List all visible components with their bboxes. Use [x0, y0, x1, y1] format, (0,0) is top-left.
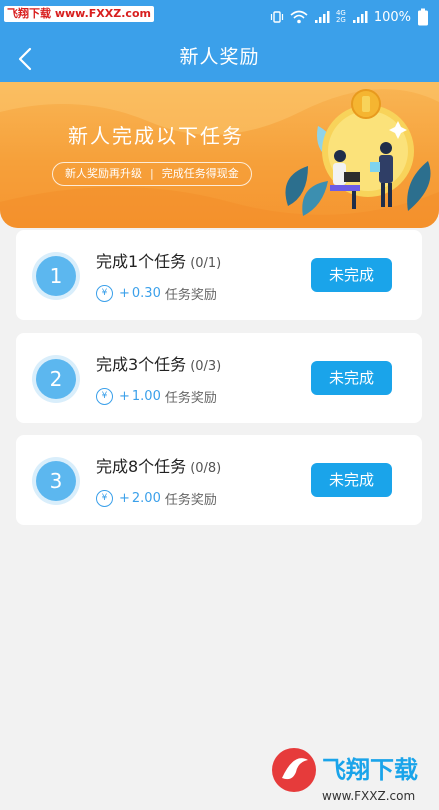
reward-label: 任务奖励	[164, 288, 217, 303]
page-title: 新人奖励	[179, 46, 260, 68]
task-number-badge: 1	[36, 256, 76, 296]
banner-tag-right: 完成任务得现金	[161, 167, 239, 180]
task-reward-line: ¥ + 0.30 任务奖励	[96, 284, 217, 303]
watermark-logo-text: 飞翔下载	[322, 756, 418, 784]
task-title-line: 完成8个任务 (0/8)	[96, 453, 221, 477]
reward-label: 任务奖励	[164, 493, 217, 508]
task-card-1: 1 完成1个任务 (0/1) ¥ + 0.30 任务奖励 未完成	[16, 230, 422, 320]
reward-amount: 0.30	[131, 286, 161, 301]
task-card-2: 2 完成3个任务 (0/3) ¥ + 1.00 任务奖励 未完成	[16, 333, 422, 423]
watermark-logo: 飞翔下载 www.FXXZ.com	[272, 748, 418, 803]
coin-icon: ¥	[96, 490, 113, 507]
coin-icon: ¥	[96, 388, 113, 405]
reward-amount: 2.00	[131, 491, 161, 506]
task-status-button[interactable]: 未完成	[311, 361, 392, 395]
task-status-button[interactable]: 未完成	[311, 463, 392, 497]
banner-title: 新人完成以下任务	[68, 124, 244, 148]
watermark-label: 飞翔下载 www.FXXZ.com	[4, 6, 154, 22]
piggy-bank-illustration	[285, 89, 431, 216]
network-bottom: 2G	[335, 16, 346, 24]
task-title: 完成8个任务	[96, 457, 187, 476]
reward-plus: +	[119, 389, 130, 404]
reward-plus: +	[119, 491, 130, 506]
app-bar: 新人奖励	[0, 34, 439, 82]
network-type: 4G 2G	[336, 10, 346, 24]
task-progress: (0/1)	[190, 256, 222, 271]
status-bar: 飞翔下载 www.FXXZ.com 4G 2G 100%	[0, 0, 439, 34]
task-title-line: 完成1个任务 (0/1)	[96, 248, 221, 272]
promo-banner: 新人完成以下任务 新人奖励再升级 | 完成任务得现金	[0, 82, 439, 228]
task-progress: (0/3)	[190, 359, 222, 374]
reward-plus: +	[119, 286, 130, 301]
task-progress: (0/8)	[190, 461, 222, 476]
banner-tag-left: 新人奖励再升级	[65, 167, 142, 180]
banner-tag-separator: |	[150, 167, 154, 180]
battery-icon	[418, 8, 428, 26]
status-icons: 4G 2G 100%	[270, 8, 429, 26]
signal-icon	[314, 11, 330, 23]
signal-icon-2	[352, 11, 368, 23]
task-title: 完成1个任务	[96, 252, 187, 271]
task-reward-line: ¥ + 1.00 任务奖励	[96, 387, 217, 406]
task-title: 完成3个任务	[96, 355, 187, 374]
task-reward-line: ¥ + 2.00 任务奖励	[96, 489, 217, 508]
task-card-3: 3 完成8个任务 (0/8) ¥ + 2.00 任务奖励 未完成	[16, 435, 422, 525]
reward-amount: 1.00	[131, 389, 161, 404]
task-title-line: 完成3个任务 (0/3)	[96, 351, 221, 375]
task-number-badge: 2	[36, 359, 76, 399]
task-status-button[interactable]: 未完成	[311, 258, 392, 292]
battery-level: 100%	[373, 9, 411, 25]
coin-icon: ¥	[96, 285, 113, 302]
banner-tagline: 新人奖励再升级 | 完成任务得现金	[52, 162, 252, 186]
wifi-icon	[290, 10, 308, 24]
reward-label: 任务奖励	[164, 391, 217, 406]
task-number-badge: 3	[36, 461, 76, 501]
watermark-logo-url: www.FXXZ.com	[322, 789, 415, 803]
vibrate-icon	[270, 11, 284, 23]
